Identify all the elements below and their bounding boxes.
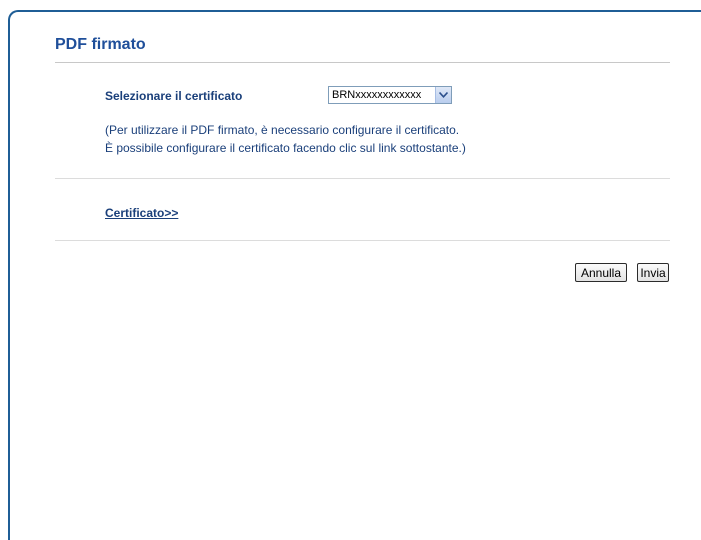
submit-button[interactable]: Invia <box>637 263 669 282</box>
help-text-line-2: È possibile configurare il certificato f… <box>105 141 466 155</box>
chevron-down-icon[interactable] <box>435 87 451 103</box>
section-divider-2 <box>55 240 670 241</box>
chevron-down-icon-glyph <box>439 92 448 98</box>
section-divider-1 <box>55 178 670 179</box>
certificate-select-label: Selezionare il certificato <box>105 89 243 103</box>
certificate-select-value: BRNxxxxxxxxxxxx <box>332 89 422 101</box>
certificate-select[interactable]: BRNxxxxxxxxxxxx <box>328 86 452 104</box>
page-title: PDF firmato <box>55 36 146 53</box>
certificate-link[interactable]: Certificato>> <box>105 206 178 220</box>
help-text-line-1: (Per utilizzare il PDF firmato, è necess… <box>105 123 460 137</box>
cancel-button[interactable]: Annulla <box>575 263 627 282</box>
title-divider <box>55 62 670 63</box>
